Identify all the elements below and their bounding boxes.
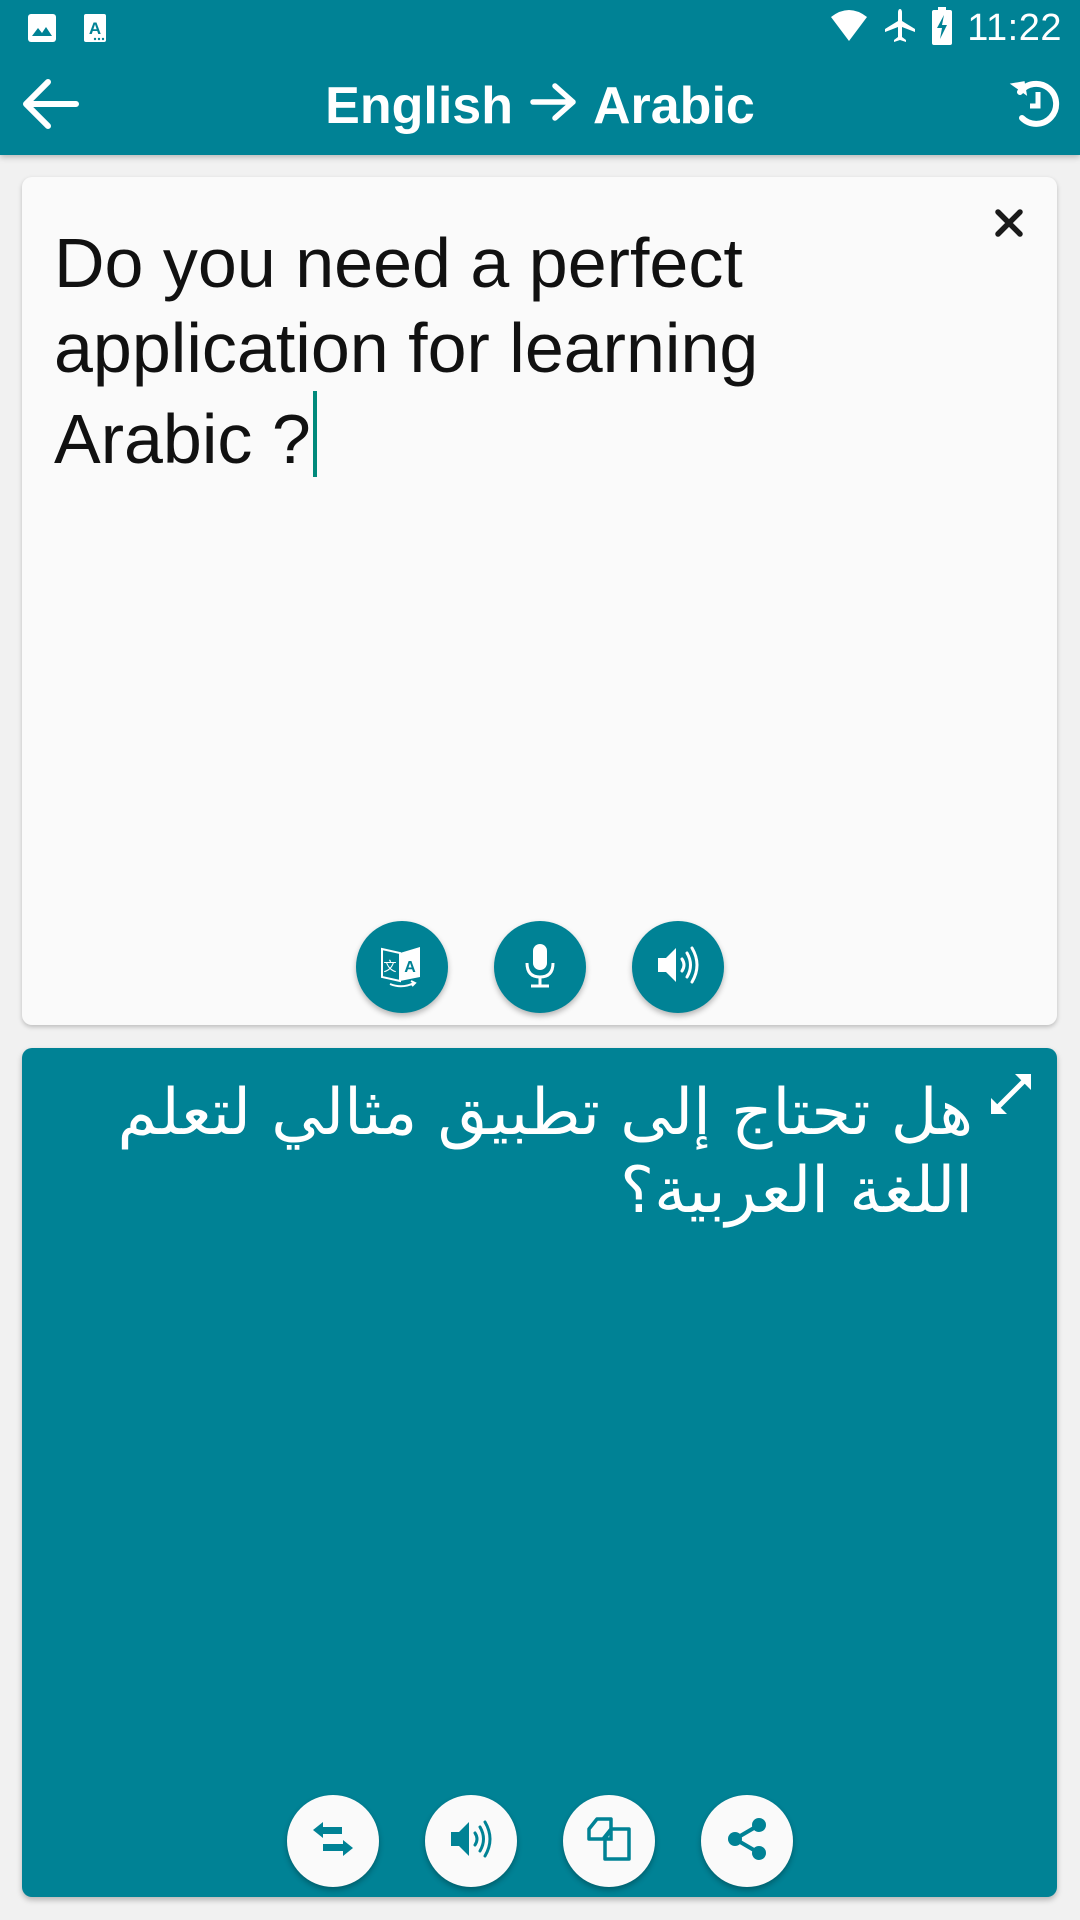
output-actions — [22, 1795, 1057, 1887]
translate-icon: A 文 — [378, 941, 426, 994]
airplane-mode-icon — [883, 7, 917, 50]
history-icon — [1008, 74, 1064, 135]
speak-translation-button[interactable] — [424, 1795, 517, 1887]
translate-notification-icon: A — [83, 13, 107, 48]
swap-icon — [309, 1819, 357, 1864]
microphone-icon — [520, 941, 560, 994]
expand-icon — [987, 1070, 1035, 1123]
status-bar: A 11:22 — [0, 0, 1080, 56]
text-caret — [312, 391, 317, 477]
svg-text:A: A — [89, 19, 101, 38]
clear-text-button[interactable] — [985, 201, 1033, 249]
wifi-icon — [829, 9, 869, 48]
svg-text:文: 文 — [383, 960, 396, 975]
svg-text:A: A — [404, 959, 416, 976]
speaker-icon — [447, 1817, 495, 1866]
language-pair-title[interactable]: English Arabic — [0, 76, 1080, 139]
swap-languages-button[interactable] — [286, 1795, 379, 1887]
close-icon — [994, 208, 1024, 243]
target-language: Arabic — [592, 77, 755, 135]
share-icon — [725, 1816, 769, 1867]
battery-charging-icon — [931, 6, 953, 51]
output-card: هل تحتاج إلى تطبيق مثالي لتعلم اللغة الع… — [22, 1048, 1057, 1897]
microphone-button[interactable] — [493, 921, 586, 1013]
arrow-right-icon — [529, 75, 577, 135]
input-card: Do you need a perfect application for le… — [22, 177, 1057, 1025]
speaker-icon — [654, 943, 702, 992]
share-button[interactable] — [700, 1795, 793, 1887]
expand-button[interactable] — [983, 1068, 1039, 1124]
source-language: English — [325, 77, 513, 135]
source-text: Do you need a perfect application for le… — [54, 224, 759, 478]
source-text-input[interactable]: Do you need a perfect application for le… — [54, 221, 934, 482]
speak-source-button[interactable] — [631, 921, 724, 1013]
toolbar: English Arabic — [0, 56, 1080, 155]
translated-text: هل تحتاج إلى تطبيق مثالي لتعلم اللغة الع… — [117, 1076, 973, 1228]
translate-button[interactable]: A 文 — [355, 921, 448, 1013]
image-notification-icon — [27, 13, 57, 48]
clock: 11:22 — [967, 7, 1062, 49]
history-button[interactable] — [1004, 72, 1068, 136]
app-bar: A 11:22 English Arabic — [0, 0, 1080, 155]
copy-icon — [585, 1815, 633, 1868]
copy-button[interactable] — [562, 1795, 655, 1887]
input-actions: A 文 — [22, 921, 1057, 1013]
